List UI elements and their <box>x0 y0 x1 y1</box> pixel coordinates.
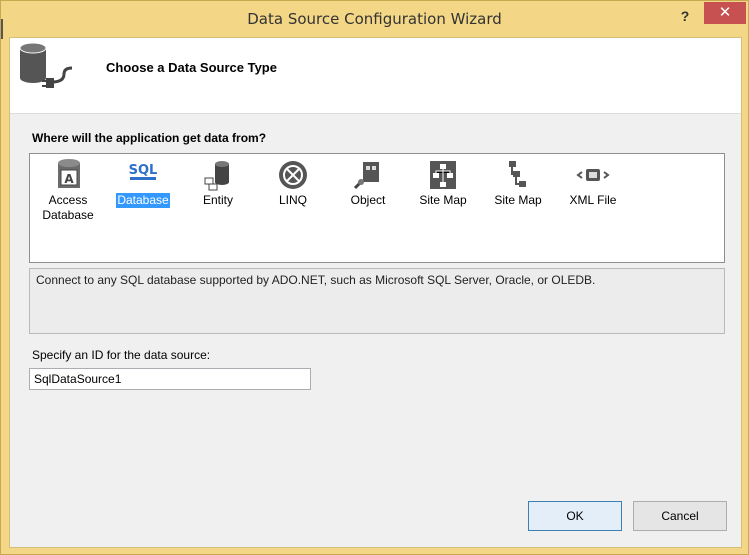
site-map-alt-icon <box>509 161 526 187</box>
close-button[interactable]: ✕ <box>704 2 746 24</box>
source-label: Entity <box>202 193 233 207</box>
linq-icon <box>279 161 307 189</box>
svg-text:A: A <box>64 172 74 186</box>
data-source-list[interactable]: A Access Database SQL Database Entity LI… <box>29 153 725 263</box>
access-database-icon: A <box>58 159 80 188</box>
window-title: Data Source Configuration Wizard <box>247 10 502 28</box>
data-source-id-input[interactable] <box>29 368 311 390</box>
xml-file-icon <box>576 169 610 181</box>
page-title: Choose a Data Source Type <box>106 60 277 75</box>
source-label: Site Map <box>419 193 467 207</box>
source-question-label: Where will the application get data from… <box>32 131 267 145</box>
svg-text:SQL: SQL <box>129 163 158 178</box>
source-label: Site Map <box>494 193 542 207</box>
source-item-object[interactable]: Object <box>334 158 402 208</box>
source-label: Access Database <box>42 193 94 222</box>
ok-button[interactable]: OK <box>528 501 622 531</box>
object-icon <box>353 162 379 190</box>
source-label: LINQ <box>278 193 307 207</box>
source-label: Object <box>350 193 386 207</box>
source-description: Connect to any SQL database supported by… <box>29 268 725 334</box>
sql-database-icon: SQL <box>129 163 158 180</box>
wizard-header: Choose a Data Source Type <box>10 38 741 114</box>
dialog-body: Choose a Data Source Type Where will the… <box>9 37 742 548</box>
source-item-database[interactable]: SQL Database <box>109 158 177 208</box>
source-label: Database <box>116 193 170 208</box>
source-item-linq[interactable]: LINQ <box>259 158 327 208</box>
source-item-xml-file[interactable]: XML File <box>559 158 627 208</box>
entity-icon <box>204 161 229 191</box>
source-item-site-map[interactable]: Site Map <box>409 158 477 208</box>
source-item-access-database[interactable]: A Access Database <box>34 158 102 223</box>
wizard-window: Data Source Configuration Wizard ? ✕ Cho… <box>0 0 749 555</box>
database-plug-icon <box>19 42 73 88</box>
window-edge-marker <box>1 19 3 39</box>
site-map-icon <box>430 161 456 189</box>
id-field-label: Specify an ID for the data source: <box>32 348 211 362</box>
help-button[interactable]: ? <box>671 5 699 27</box>
source-label: XML File <box>569 193 617 207</box>
title-bar[interactable]: Data Source Configuration Wizard ? ✕ <box>1 1 748 37</box>
cancel-button[interactable]: Cancel <box>633 501 727 531</box>
source-item-site-map-alt[interactable]: Site Map <box>484 158 552 208</box>
source-item-entity[interactable]: Entity <box>184 158 252 208</box>
